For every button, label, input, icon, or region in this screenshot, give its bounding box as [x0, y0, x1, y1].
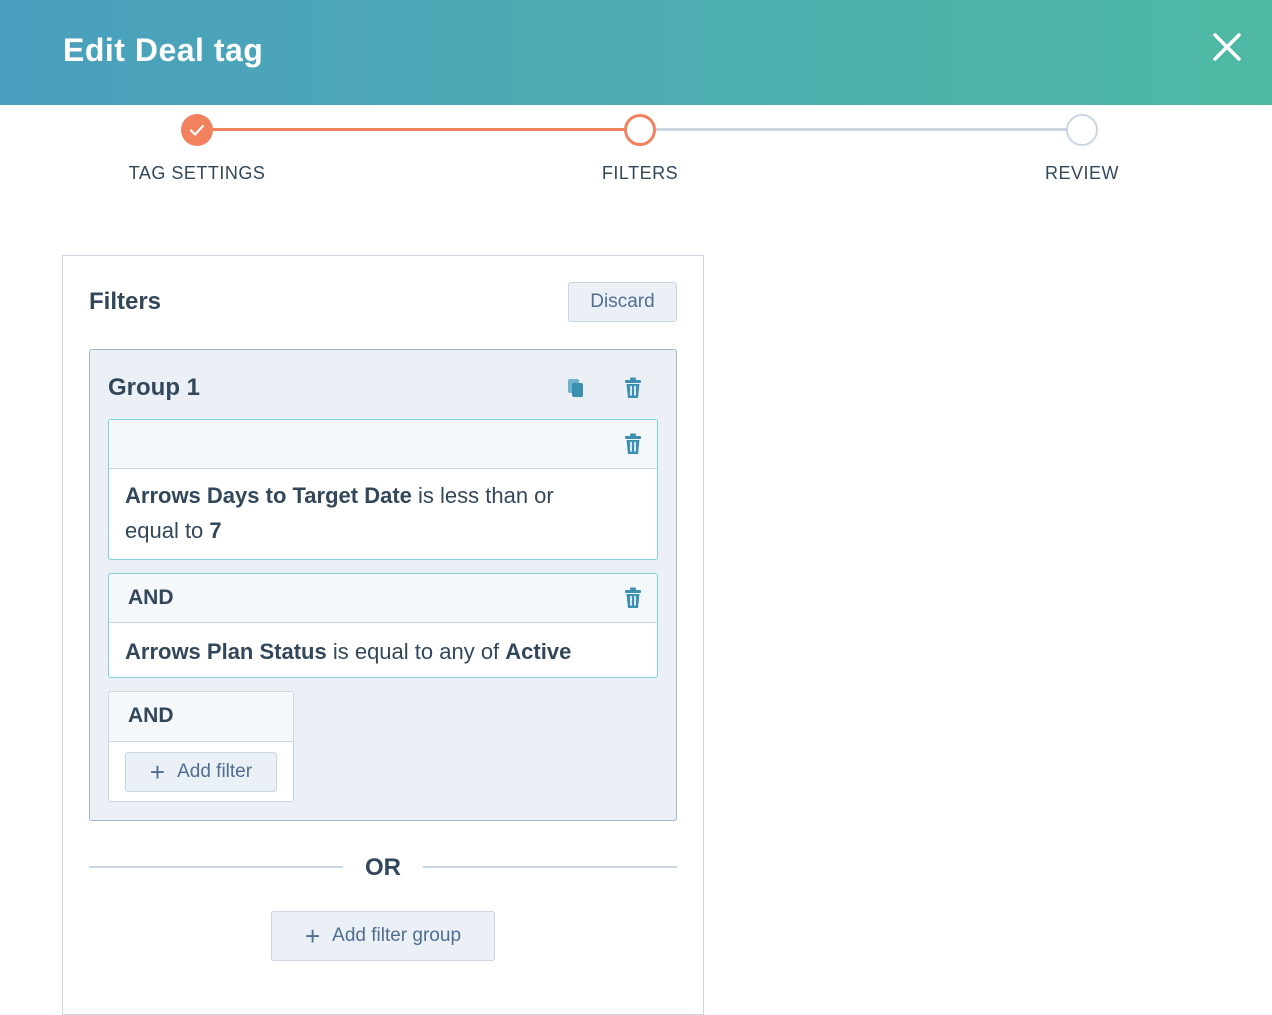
delete-filter-button[interactable]: [621, 432, 645, 456]
filter-card[interactable]: AND Arrows Plan Status is equal to any o…: [108, 573, 658, 678]
filter-group: Group 1 Arrows Days to Target Date is le…: [89, 349, 677, 821]
filter-description: Arrows Plan Status is equal to any of Ac…: [125, 634, 647, 669]
check-icon: [189, 124, 205, 136]
filter-description: Arrows Days to Target Date is less than …: [125, 478, 607, 548]
step-review-indicator[interactable]: [1066, 114, 1098, 146]
add-filter-label: Add filter: [177, 761, 253, 782]
filter-card-header: AND: [109, 574, 657, 623]
filter-value: 7: [209, 518, 222, 543]
delete-filter-button[interactable]: [621, 586, 645, 610]
filter-operator: is equal to any of: [326, 639, 506, 664]
add-filter-box: AND + Add filter: [108, 691, 294, 802]
step-tag-settings-indicator[interactable]: [181, 114, 213, 146]
filters-title: Filters: [89, 288, 162, 315]
add-filter-group-button[interactable]: + Add filter group: [271, 911, 495, 961]
copy-icon: [568, 379, 583, 397]
close-icon: [1213, 33, 1241, 61]
filter-card-header: [109, 420, 657, 469]
or-divider-line-left: [89, 866, 343, 868]
step-review-label[interactable]: REVIEW: [962, 163, 1202, 184]
stepper-line-complete: [213, 128, 624, 131]
add-filter-header: AND: [109, 692, 293, 742]
or-divider-line-right: [423, 866, 677, 868]
close-button[interactable]: [1207, 27, 1247, 67]
trash-icon: [625, 377, 641, 398]
filter-connector: AND: [128, 704, 174, 727]
add-filter-group-label: Add filter group: [332, 925, 462, 946]
delete-group-button[interactable]: [621, 376, 645, 400]
or-divider: OR: [89, 854, 677, 881]
filters-panel: Filters Discard Group 1 Arrows Days to T…: [62, 255, 704, 1015]
add-filter-button[interactable]: + Add filter: [125, 752, 277, 792]
plus-icon: +: [304, 921, 321, 951]
step-filters-indicator[interactable]: [624, 114, 656, 146]
group-title: Group 1: [108, 374, 201, 401]
filter-property: Arrows Plan Status: [125, 639, 327, 664]
stepper-line-pending: [656, 128, 1066, 131]
trash-icon: [625, 587, 641, 608]
step-filters-label[interactable]: FILTERS: [520, 163, 760, 184]
progress-stepper: TAG SETTINGS FILTERS REVIEW: [0, 105, 1272, 205]
trash-icon: [625, 433, 641, 454]
modal-header: Edit Deal tag: [0, 0, 1272, 105]
filter-property: Arrows Days to Target Date: [125, 483, 412, 508]
modal-title: Edit Deal tag: [63, 32, 264, 68]
discard-button[interactable]: Discard: [568, 282, 677, 322]
filter-card[interactable]: Arrows Days to Target Date is less than …: [108, 419, 658, 560]
copy-group-button[interactable]: [564, 376, 588, 400]
plus-icon: +: [149, 757, 166, 787]
filter-value: Active: [505, 639, 572, 664]
step-tag-settings-label[interactable]: TAG SETTINGS: [77, 163, 317, 184]
filter-connector: AND: [128, 586, 174, 609]
or-label: OR: [365, 854, 401, 881]
